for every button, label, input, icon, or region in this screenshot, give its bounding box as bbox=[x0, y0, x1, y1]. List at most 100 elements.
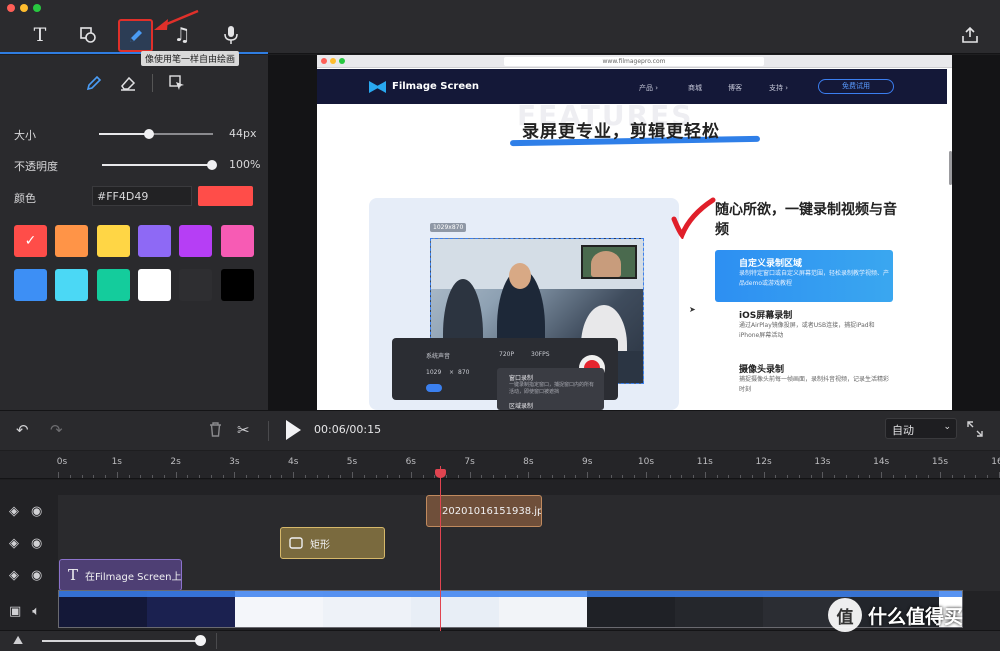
split-button[interactable]: ✂ bbox=[237, 421, 250, 439]
ruler-tick bbox=[634, 475, 636, 478]
ruler-tick bbox=[646, 472, 647, 478]
ruler-tick bbox=[587, 472, 589, 478]
color-swatch[interactable] bbox=[55, 225, 89, 257]
ruler-tick bbox=[175, 472, 177, 478]
ruler-tick bbox=[516, 475, 518, 478]
color-swatch[interactable]: ✓ bbox=[14, 225, 47, 257]
ruler-tick bbox=[845, 475, 847, 478]
color-hex-input[interactable]: #FF4D49 bbox=[92, 186, 192, 206]
ruler-tick bbox=[528, 472, 530, 478]
site-headline: 录屏更专业，剪辑更轻松 bbox=[522, 122, 720, 142]
ruler-tick-label: 9s bbox=[581, 457, 593, 467]
color-swatch[interactable] bbox=[137, 269, 171, 301]
opacity-label: 不透明度 bbox=[14, 160, 58, 173]
ruler-tick-label: 7s bbox=[464, 457, 475, 467]
video-strip-header bbox=[59, 591, 962, 597]
track-controls: ◈ ◉ bbox=[0, 495, 58, 527]
ruler-tick bbox=[152, 475, 154, 478]
ruler-tick bbox=[293, 472, 295, 478]
pen-settings-panel: 大小 44px 不透明度 100% 颜色 #FF4D49 ✓ bbox=[0, 55, 268, 410]
color-swatch[interactable] bbox=[55, 269, 89, 301]
brush-subtool-button[interactable] bbox=[84, 73, 104, 93]
feature-desc: 通过AirPlay镜像投屏，或者USB连接，捕捉iPad和iPhone屏幕活动 bbox=[739, 322, 875, 339]
track-lane[interactable] bbox=[58, 559, 1000, 591]
demo-toggle bbox=[426, 384, 442, 392]
play-button[interactable] bbox=[284, 419, 302, 445]
playback-controls: ↶ ↷ ✂ 00:06/00:15 自动 ⌄ bbox=[0, 410, 1000, 450]
close-window-button[interactable] bbox=[7, 4, 15, 12]
ruler-tick bbox=[728, 475, 730, 478]
zoom-window-button[interactable] bbox=[33, 4, 41, 12]
undo-button[interactable]: ↶ bbox=[16, 421, 29, 439]
eraser-subtool-button[interactable] bbox=[118, 73, 138, 93]
opacity-slider-knob[interactable] bbox=[207, 160, 217, 170]
color-swatch[interactable] bbox=[96, 225, 130, 257]
redo-button[interactable]: ↷ bbox=[50, 421, 63, 439]
pen-icon bbox=[129, 29, 142, 42]
layers-icon[interactable]: ◈ bbox=[9, 568, 19, 583]
current-color-preview[interactable] bbox=[198, 186, 253, 206]
color-swatch[interactable] bbox=[220, 269, 254, 301]
clip-label: 在Filmage Screen上剪 bbox=[85, 571, 182, 583]
timeline-ruler[interactable]: 0s 1s 2s 3s 4s 5s 6s 7s 8s 9s 10s 11s 12s 13s 14s 15s 16 bbox=[0, 451, 1000, 479]
ruler-tick bbox=[810, 475, 812, 478]
size-slider-knob[interactable] bbox=[144, 129, 155, 139]
visibility-icon[interactable]: ◉ bbox=[31, 536, 42, 551]
fullscreen-button[interactable] bbox=[967, 421, 983, 441]
ruler-tick-label: 16 bbox=[991, 457, 1000, 467]
video-track-controls: ▣ 🔈︎ bbox=[0, 595, 58, 627]
ruler-tick bbox=[928, 475, 930, 478]
microphone-tool-button[interactable] bbox=[216, 20, 246, 50]
timeline-zoom-select[interactable]: 自动 ⌄ bbox=[885, 418, 957, 439]
rectangle-clip[interactable]: 矩形 bbox=[280, 527, 385, 559]
shape-tool-button[interactable] bbox=[73, 20, 103, 50]
select-subtool-button[interactable] bbox=[167, 73, 187, 93]
ruler-tick-label: 2s bbox=[170, 457, 181, 467]
ruler-tick bbox=[304, 475, 306, 478]
opacity-slider[interactable] bbox=[102, 160, 217, 170]
timeline-zoom-knob[interactable] bbox=[195, 635, 206, 646]
ruler-tick bbox=[940, 472, 941, 478]
timecode-display: 00:06/00:15 bbox=[314, 423, 382, 436]
video-track-icon[interactable]: ▣ bbox=[9, 604, 21, 619]
color-swatch[interactable] bbox=[179, 269, 213, 301]
trash-icon bbox=[210, 422, 221, 437]
scissors-icon: ✂ bbox=[237, 421, 250, 439]
pen-icon bbox=[86, 75, 102, 91]
layers-icon[interactable]: ◈ bbox=[9, 504, 19, 519]
text-clip[interactable]: T 在Filmage Screen上剪 bbox=[59, 559, 182, 591]
text-tool-button[interactable]: T bbox=[25, 20, 55, 50]
ruler-tick bbox=[657, 475, 659, 478]
undo-icon: ↶ bbox=[16, 421, 29, 439]
speaker-icon[interactable]: 🔈︎ bbox=[32, 604, 40, 619]
color-swatch[interactable] bbox=[96, 269, 130, 301]
timeline-zoom-slider[interactable] bbox=[42, 640, 202, 642]
demo-menu-item: 窗口录制 bbox=[509, 375, 534, 382]
pen-tool-button[interactable] bbox=[118, 19, 153, 52]
visibility-icon[interactable]: ◉ bbox=[31, 504, 42, 519]
color-swatch[interactable] bbox=[14, 269, 47, 301]
red-arrow-annotation bbox=[154, 9, 199, 30]
minimize-window-button[interactable] bbox=[20, 4, 28, 12]
ruler-tick bbox=[375, 475, 377, 478]
visibility-icon[interactable]: ◉ bbox=[31, 568, 42, 583]
ruler-tick bbox=[328, 475, 330, 478]
layers-icon[interactable]: ◈ bbox=[9, 536, 19, 551]
color-swatch[interactable] bbox=[220, 225, 254, 257]
ruler-tick bbox=[916, 475, 918, 478]
delete-button[interactable] bbox=[208, 421, 223, 441]
color-swatch[interactable] bbox=[137, 225, 171, 257]
export-button[interactable] bbox=[955, 20, 985, 50]
ruler-tick bbox=[987, 475, 989, 478]
feature-heading: 自定义录制区域 bbox=[739, 259, 803, 269]
image-clip[interactable]: 20201016151938.jp bbox=[426, 495, 542, 527]
microphone-icon bbox=[224, 26, 238, 44]
ruler-tick-label: 0s bbox=[56, 457, 68, 467]
ruler-tick bbox=[834, 475, 836, 478]
ruler-tick bbox=[399, 475, 401, 478]
size-slider[interactable] bbox=[99, 129, 213, 139]
color-swatch[interactable] bbox=[179, 225, 213, 257]
red-checkmark-drawing bbox=[671, 197, 716, 239]
track-lane[interactable] bbox=[58, 527, 1000, 559]
ruler-tick bbox=[693, 475, 695, 478]
